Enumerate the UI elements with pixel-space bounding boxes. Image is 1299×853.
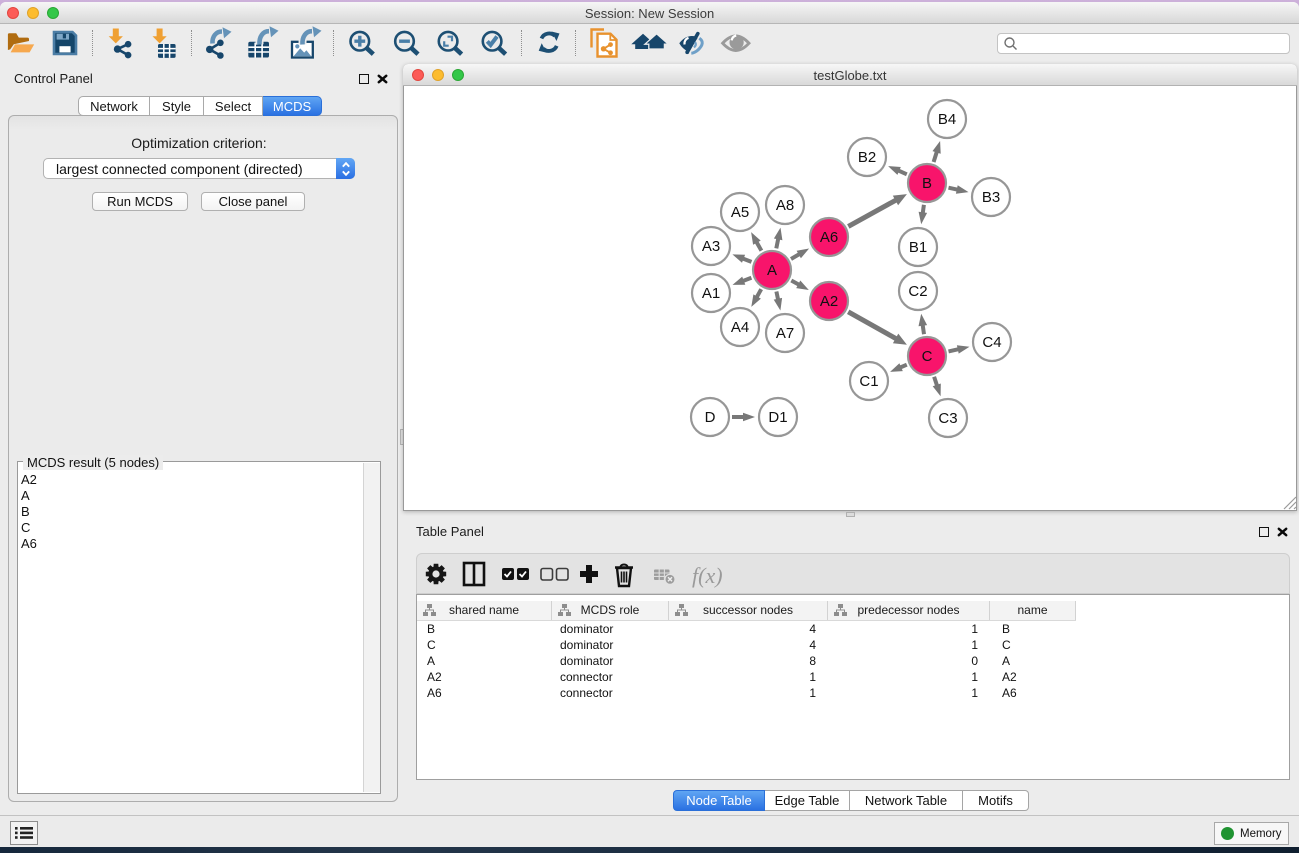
svg-text:C2: C2: [908, 283, 927, 300]
svg-text:A2: A2: [820, 293, 838, 310]
svg-text:A6: A6: [820, 229, 838, 246]
svg-text:C: C: [922, 348, 933, 365]
svg-text:A1: A1: [702, 285, 720, 302]
svg-text:D1: D1: [768, 409, 787, 426]
svg-text:B4: B4: [938, 111, 956, 128]
svg-text:B1: B1: [909, 239, 927, 256]
svg-text:A3: A3: [702, 238, 720, 255]
svg-text:C1: C1: [859, 373, 878, 390]
svg-text:f(x): f(x): [692, 563, 723, 588]
svg-text:C4: C4: [982, 334, 1001, 351]
svg-text:B: B: [922, 175, 932, 192]
svg-text:A: A: [767, 262, 777, 279]
svg-text:A5: A5: [731, 204, 749, 221]
svg-text:A7: A7: [776, 325, 794, 342]
svg-text:B3: B3: [982, 189, 1000, 206]
svg-text:B2: B2: [858, 149, 876, 166]
svg-text:A4: A4: [731, 319, 749, 336]
svg-text:C3: C3: [938, 410, 957, 427]
svg-text:A8: A8: [776, 197, 794, 214]
svg-text:D: D: [705, 409, 716, 426]
